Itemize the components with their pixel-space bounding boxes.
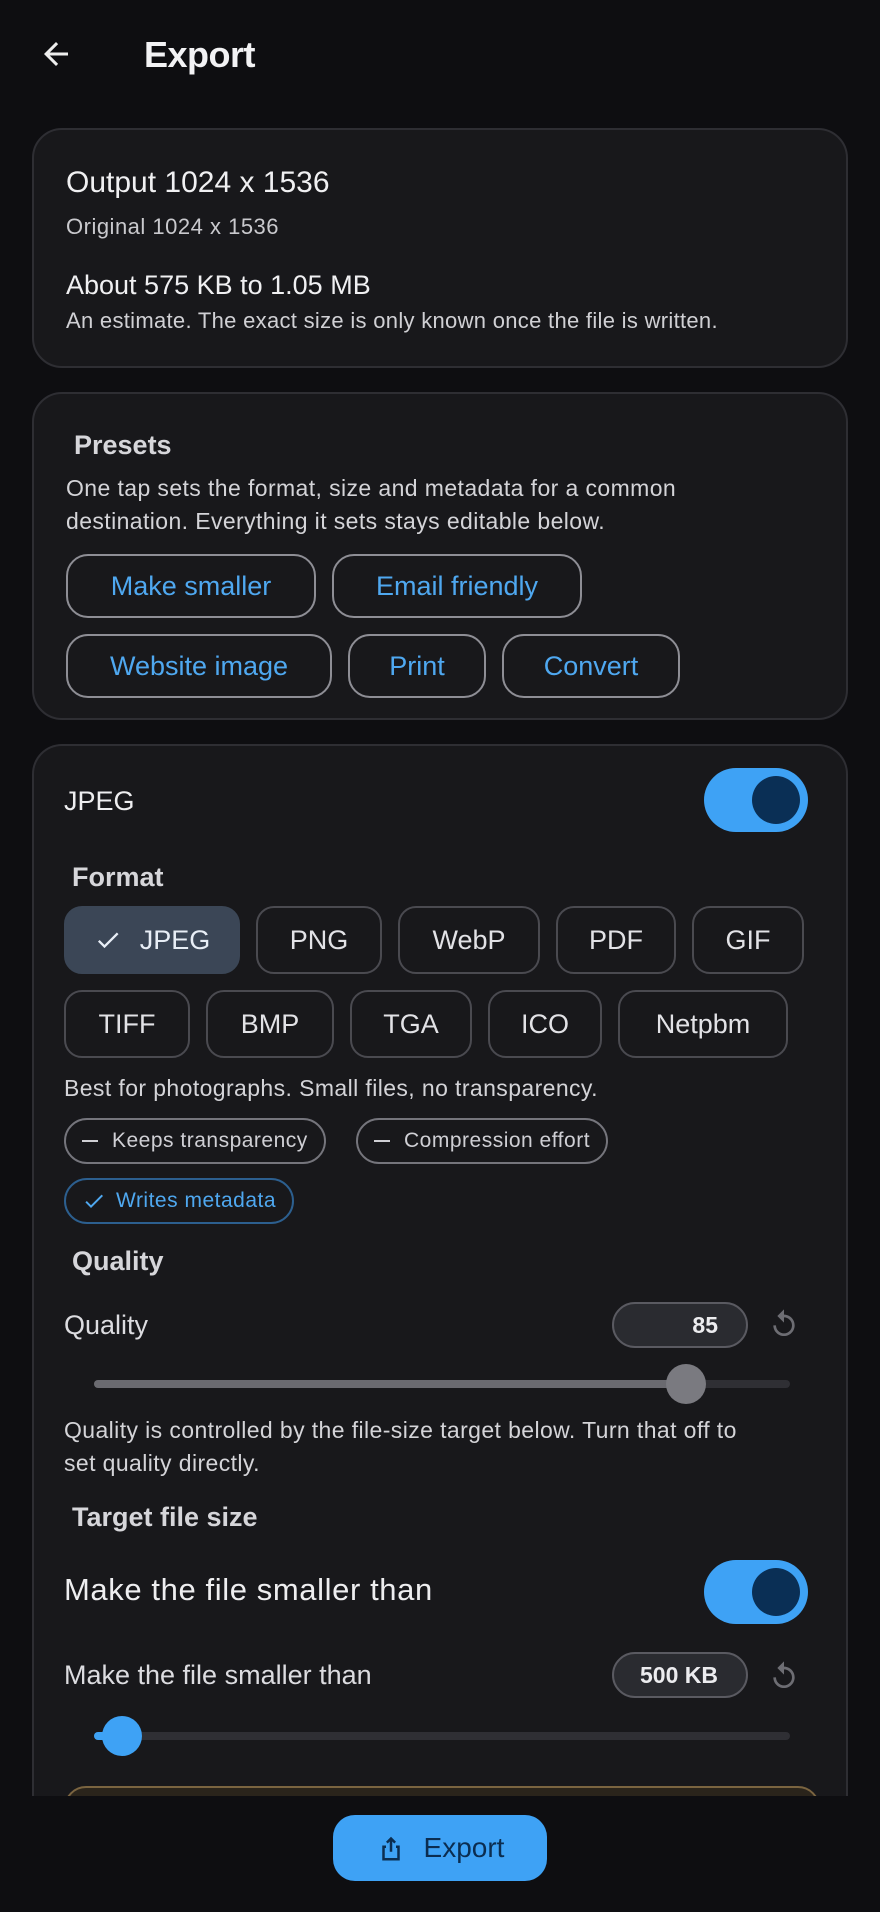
- format-option-jpeg[interactable]: JPEG: [64, 906, 240, 974]
- format-option-png[interactable]: PNG: [256, 906, 382, 974]
- quality-reset-button[interactable]: [766, 1306, 802, 1342]
- export-button-label: Export: [423, 1832, 505, 1863]
- presets-card: Presets One tap sets the format, size an…: [32, 392, 848, 720]
- check-icon: [82, 1189, 106, 1213]
- back-button[interactable]: [32, 30, 80, 78]
- preset-print-button[interactable]: Print: [348, 634, 486, 698]
- capability-label: Writes metadata: [116, 1189, 277, 1212]
- target-size-value-field[interactable]: 500 KB: [612, 1652, 748, 1698]
- check-icon: [94, 926, 122, 954]
- reset-icon: [773, 1661, 795, 1688]
- presets-description: One tap sets the format, size and metada…: [66, 472, 676, 538]
- format-option-netpbm[interactable]: Netpbm: [618, 990, 788, 1058]
- format-option-gif[interactable]: GIF: [692, 906, 804, 974]
- preset-website-image-button[interactable]: Website image: [66, 634, 332, 698]
- quality-note-line: set quality directly.: [64, 1450, 260, 1476]
- target-size-heading: Target file size: [72, 1502, 258, 1532]
- top-app-bar: Export: [0, 0, 880, 112]
- capability-label: Compression effort: [404, 1129, 591, 1152]
- share-upload-icon: [376, 1832, 406, 1864]
- original-dimensions: Original 1024 x 1536: [66, 214, 280, 239]
- capability-chip-transparency: Keeps transparency: [64, 1118, 326, 1164]
- page-title: Export: [144, 34, 256, 75]
- format-option-webp[interactable]: WebP: [398, 906, 540, 974]
- target-size-label: Make the file smaller than: [64, 1660, 372, 1690]
- dash-icon: [82, 1140, 98, 1142]
- format-settings-card: JPEG Format JPEG PNG WebP PDF GIF TIFF B…: [32, 744, 848, 1912]
- presets-heading: Presets: [74, 430, 172, 460]
- export-button[interactable]: Export: [333, 1815, 547, 1881]
- format-option-tga[interactable]: TGA: [350, 990, 472, 1058]
- format-enabled-toggle[interactable]: [704, 768, 808, 832]
- preset-email-friendly-button[interactable]: Email friendly: [332, 554, 582, 618]
- output-summary-card: Output 1024 x 1536 Original 1024 x 1536 …: [32, 128, 848, 368]
- format-option-tiff[interactable]: TIFF: [64, 990, 190, 1058]
- capability-label: Keeps transparency: [112, 1129, 308, 1152]
- format-option-bmp[interactable]: BMP: [206, 990, 334, 1058]
- format-option-ico[interactable]: ICO: [488, 990, 602, 1058]
- quality-label: Quality: [64, 1310, 149, 1340]
- preset-convert-button[interactable]: Convert: [502, 634, 680, 698]
- size-estimate-note: An estimate. The exact size is only know…: [66, 308, 718, 333]
- quality-value-field[interactable]: 85: [612, 1302, 748, 1348]
- capability-chip-compression: Compression effort: [356, 1118, 609, 1164]
- target-size-toggle-label: Make the file smaller than: [64, 1572, 433, 1607]
- format-description: Best for photographs. Small files, no tr…: [64, 1075, 598, 1101]
- presets-description-line: destination. Everything it sets stays ed…: [66, 508, 605, 534]
- target-size-slider-track[interactable]: [94, 1732, 790, 1740]
- target-size-reset-button[interactable]: [766, 1658, 802, 1694]
- output-dimensions: Output 1024 x 1536: [66, 166, 330, 199]
- quality-slider-fill: [94, 1380, 686, 1388]
- presets-description-line: One tap sets the format, size and metada…: [66, 475, 677, 501]
- arrow-left-icon: [44, 42, 68, 66]
- quality-heading: Quality: [72, 1246, 164, 1276]
- target-size-toggle[interactable]: [704, 1560, 808, 1624]
- quality-note: Quality is controlled by the file-size t…: [64, 1414, 737, 1480]
- format-heading: Format: [72, 862, 164, 892]
- target-size-slider-thumb[interactable]: [101, 1716, 142, 1756]
- toggle-knob: [752, 776, 800, 824]
- capability-chip-metadata: Writes metadata: [64, 1178, 295, 1224]
- format-option-pdf[interactable]: PDF: [556, 906, 676, 974]
- quality-note-line: Quality is controlled by the file-size t…: [64, 1417, 737, 1443]
- quality-slider-thumb[interactable]: [665, 1364, 706, 1404]
- size-estimate: About 575 KB to 1.05 MB: [66, 270, 371, 300]
- format-option-label: JPEG: [139, 924, 211, 955]
- dash-icon: [374, 1140, 390, 1142]
- toggle-knob: [752, 1568, 800, 1616]
- preset-make-smaller-button[interactable]: Make smaller: [66, 554, 316, 618]
- format-card-title: JPEG: [64, 786, 135, 816]
- reset-icon: [773, 1309, 795, 1336]
